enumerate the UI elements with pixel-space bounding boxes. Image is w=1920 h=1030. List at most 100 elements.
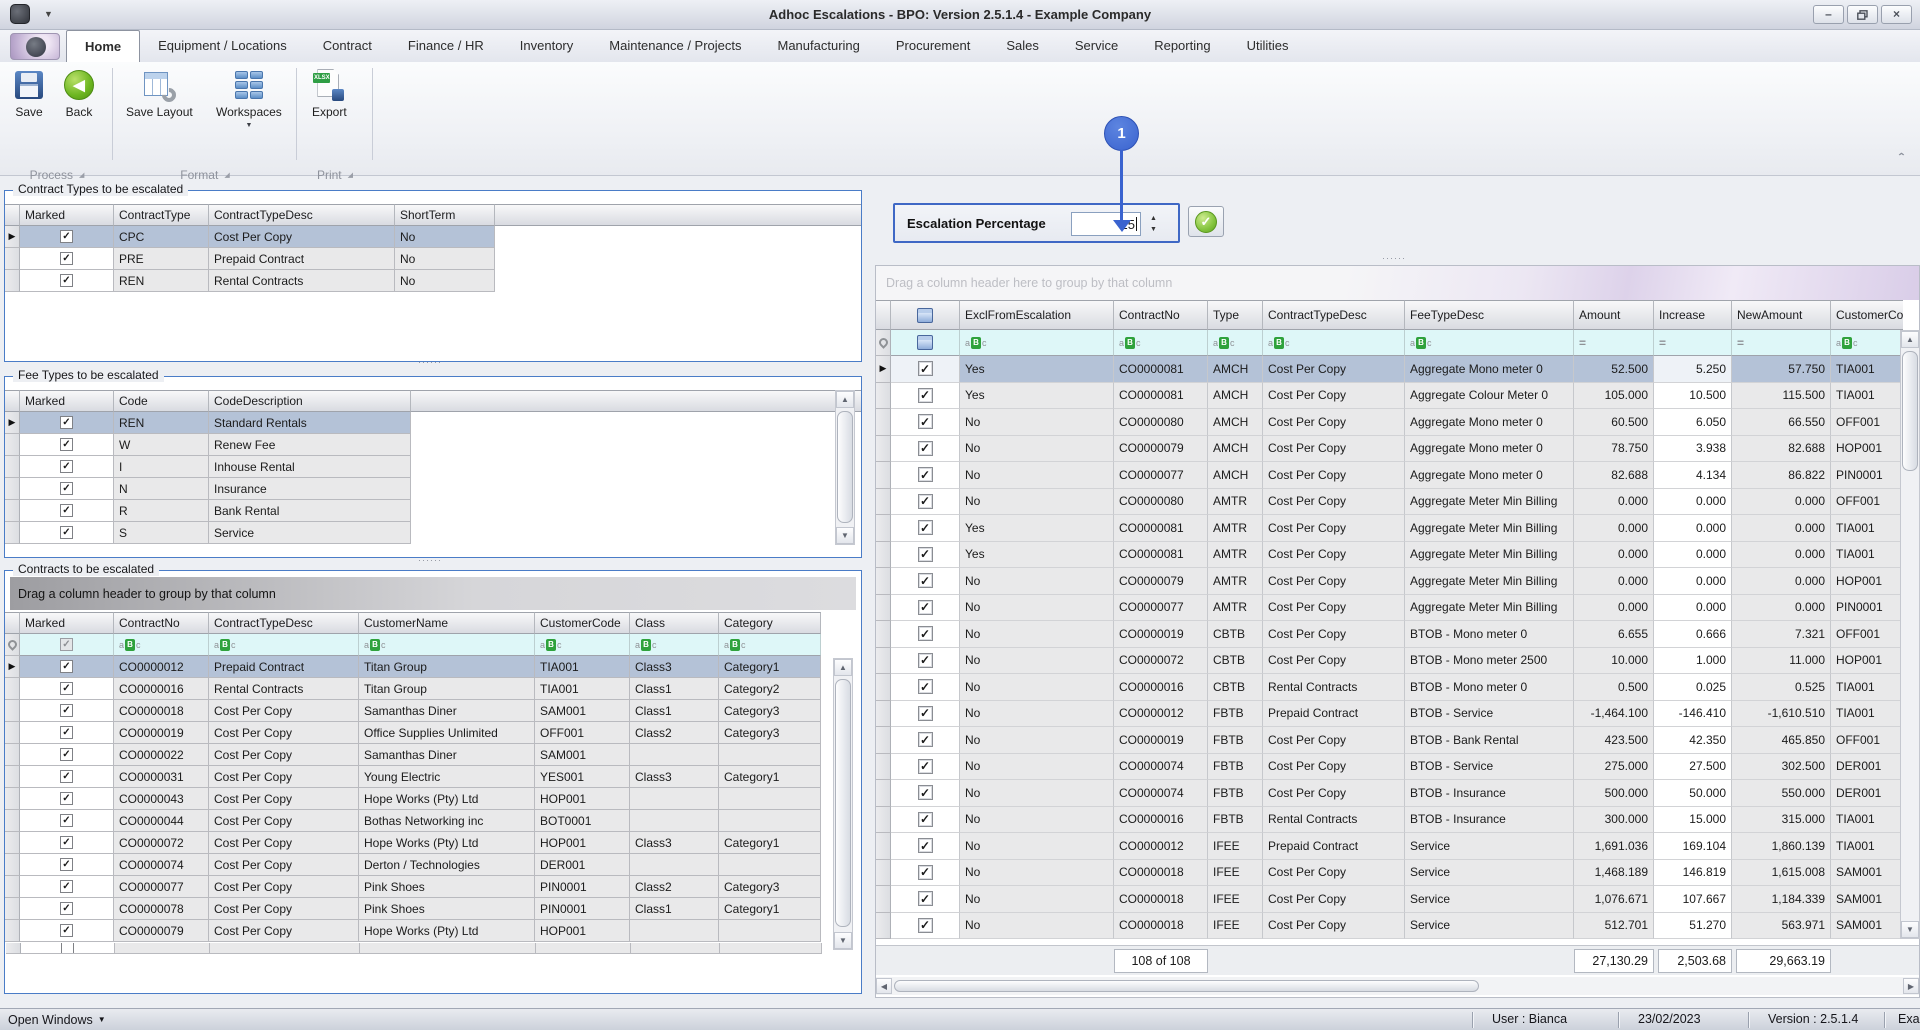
column-header[interactable]: ContractNo: [1114, 300, 1208, 330]
table-row[interactable]: ▶ ✓ N Insurance: [5, 478, 861, 500]
table-row[interactable]: ▶ ✓ Yes CO0000081 AMTR Cost Per Copy Agg…: [876, 515, 1919, 542]
dialog-launcher-icon[interactable]: ◢: [224, 171, 229, 179]
filter-cell[interactable]: =: [1732, 330, 1831, 356]
escalation-grid-hscrollbar[interactable]: ◀ ▶: [876, 977, 1919, 995]
filter-cell[interactable]: aBc: [1208, 330, 1263, 356]
row-checkbox[interactable]: ✓: [918, 573, 933, 588]
column-header[interactable]: Marked: [20, 612, 114, 634]
filter-cell[interactable]: aBc: [1114, 330, 1208, 356]
open-windows-button[interactable]: Open Windows▼: [8, 1013, 106, 1027]
ribbon-tab[interactable]: Home: [66, 30, 140, 62]
marked-checkbox[interactable]: ✓: [60, 924, 73, 937]
table-row[interactable]: ▶ ✓ No CO0000018 IFEE Cost Per Copy Serv…: [876, 913, 1919, 940]
row-checkbox[interactable]: ✓: [918, 891, 933, 906]
table-row[interactable]: ▶ ✓ No CO0000019 FBTB Cost Per Copy BTOB…: [876, 727, 1919, 754]
marked-checkbox[interactable]: ✓: [60, 858, 73, 871]
row-checkbox[interactable]: ✓: [918, 441, 933, 456]
contracts-group-by-bar[interactable]: Drag a column header to group by that co…: [10, 577, 856, 610]
contracts-vscrollbar[interactable]: ▲ ▼: [833, 658, 853, 950]
table-row[interactable]: ▶ ✓ W Renew Fee: [5, 434, 861, 456]
column-header[interactable]: Increase: [1654, 300, 1732, 330]
marked-checkbox[interactable]: ✓: [60, 460, 73, 473]
table-row[interactable]: ▶ ✓ CO0000072 Cost Per Copy Hope Works (…: [5, 832, 861, 854]
restore-button[interactable]: [1847, 5, 1878, 24]
ribbon-tab[interactable]: Contract: [305, 30, 390, 62]
marked-checkbox[interactable]: [61, 943, 74, 954]
filter-cell[interactable]: aBc: [630, 634, 719, 656]
row-checkbox[interactable]: ✓: [918, 679, 933, 694]
application-menu-button[interactable]: [10, 33, 60, 60]
table-row[interactable]: ▶ ✓ CO0000018 Cost Per Copy Samanthas Di…: [5, 700, 861, 722]
filter-cell[interactable]: aBc: [114, 634, 209, 656]
table-row[interactable]: ▶ ✓ REN Standard Rentals: [5, 412, 861, 434]
column-header[interactable]: Marked: [20, 204, 114, 226]
row-checkbox[interactable]: ✓: [918, 520, 933, 535]
splitter-handle[interactable]: ······: [1382, 253, 1406, 263]
column-header[interactable]: Code: [114, 390, 209, 412]
table-row[interactable]: ▶ ✓ CO0000016 Rental Contracts Titan Gro…: [5, 678, 861, 700]
column-header[interactable]: ContractTypeDesc: [209, 612, 359, 634]
marked-checkbox[interactable]: ✓: [60, 660, 73, 673]
marked-checkbox[interactable]: ✓: [60, 504, 73, 517]
ribbon-tab[interactable]: Equipment / Locations: [140, 30, 305, 62]
scroll-right-icon[interactable]: ▶: [1903, 978, 1919, 994]
row-checkbox[interactable]: ✓: [918, 865, 933, 880]
table-row[interactable]: ▶ ✓ No CO0000074 FBTB Cost Per Copy BTOB…: [876, 754, 1919, 781]
dialog-launcher-icon[interactable]: ◢: [79, 171, 84, 179]
escalation-grid-group-by-bar[interactable]: Drag a column header here to group by th…: [876, 266, 1919, 300]
table-row[interactable]: ▶ ✓ Yes CO0000081 AMCH Cost Per Copy Agg…: [876, 383, 1919, 410]
filter-cell[interactable]: aBc: [719, 634, 821, 656]
select-all-grid-icon[interactable]: [917, 335, 933, 350]
ribbon-tab[interactable]: Service: [1057, 30, 1136, 62]
marked-checkbox[interactable]: ✓: [60, 438, 73, 451]
filter-cell[interactable]: =: [1654, 330, 1732, 356]
scroll-thumb[interactable]: [1902, 351, 1918, 471]
scroll-thumb[interactable]: [837, 411, 853, 523]
splitter-handle[interactable]: ······: [418, 357, 442, 367]
scroll-up-icon[interactable]: ▲: [1901, 331, 1919, 348]
marked-checkbox[interactable]: ✓: [60, 814, 73, 827]
table-row[interactable]: ▶ ✓ No CO0000074 FBTB Cost Per Copy BTOB…: [876, 780, 1919, 807]
filter-cell[interactable]: aBc: [209, 634, 359, 656]
column-header[interactable]: NewAmount: [1732, 300, 1831, 330]
column-header[interactable]: ContractTypeDesc: [209, 204, 395, 226]
table-row[interactable]: ▶ ✓ CO0000079 Cost Per Copy Hope Works (…: [5, 920, 861, 942]
ribbon-tab[interactable]: Manufacturing: [760, 30, 878, 62]
table-row[interactable]: ▶ ✓ No CO0000019 CBTB Cost Per Copy BTOB…: [876, 621, 1919, 648]
export-button[interactable]: XLSX Export: [308, 66, 351, 121]
row-checkbox[interactable]: ✓: [918, 388, 933, 403]
table-row[interactable]: ▶ ✓ PRE Prepaid Contract No: [5, 248, 861, 270]
marked-checkbox[interactable]: ✓: [60, 704, 73, 717]
marked-checkbox[interactable]: ✓: [60, 726, 73, 739]
row-checkbox[interactable]: ✓: [918, 494, 933, 509]
column-header[interactable]: Class: [630, 612, 719, 634]
column-header[interactable]: ContractType: [114, 204, 209, 226]
column-header[interactable]: ContractTypeDesc: [1263, 300, 1405, 330]
row-checkbox[interactable]: ✓: [918, 732, 933, 747]
marked-checkbox[interactable]: ✓: [60, 748, 73, 761]
table-row[interactable]: ▶ ✓ No CO0000018 IFEE Cost Per Copy Serv…: [876, 860, 1919, 887]
scroll-up-icon[interactable]: ▲: [836, 391, 854, 408]
scroll-down-icon[interactable]: ▼: [836, 527, 854, 544]
scroll-thumb[interactable]: [894, 980, 1479, 992]
table-row[interactable]: ▶ ✓ S Service: [5, 522, 861, 544]
table-row[interactable]: ▶ ✓ CO0000019 Cost Per Copy Office Suppl…: [5, 722, 861, 744]
scroll-thumb[interactable]: [835, 679, 851, 927]
table-row[interactable]: ▶ ✓ No CO0000018 IFEE Cost Per Copy Serv…: [876, 886, 1919, 913]
ribbon-collapse-icon[interactable]: ⌃: [1897, 151, 1906, 161]
table-row[interactable]: ▶ ✓ CO0000022 Cost Per Copy Samanthas Di…: [5, 744, 861, 766]
ribbon-tab[interactable]: Procurement: [878, 30, 988, 62]
table-row[interactable]: ▶ ✓ No CO0000079 AMTR Cost Per Copy Aggr…: [876, 568, 1919, 595]
column-header[interactable]: ContractNo: [114, 612, 209, 634]
table-row[interactable]: ▶ ✓ CO0000012 Prepaid Contract Titan Gro…: [5, 656, 861, 678]
row-checkbox[interactable]: ✓: [918, 414, 933, 429]
escalation-spinner[interactable]: ▲▼: [1145, 212, 1162, 236]
table-row[interactable]: ▶ ✓ No CO0000080 AMTR Cost Per Copy Aggr…: [876, 489, 1919, 516]
table-row[interactable]: ▶ ✓ CO0000078 Cost Per Copy Pink Shoes P…: [5, 898, 861, 920]
column-header[interactable]: CodeDescription: [209, 390, 411, 412]
column-header[interactable]: CustomerName: [359, 612, 535, 634]
close-button[interactable]: ×: [1881, 5, 1912, 24]
marked-checkbox[interactable]: ✓: [60, 682, 73, 695]
marked-checkbox[interactable]: ✓: [60, 416, 73, 429]
workspaces-button[interactable]: Workspaces ▼: [212, 66, 286, 131]
